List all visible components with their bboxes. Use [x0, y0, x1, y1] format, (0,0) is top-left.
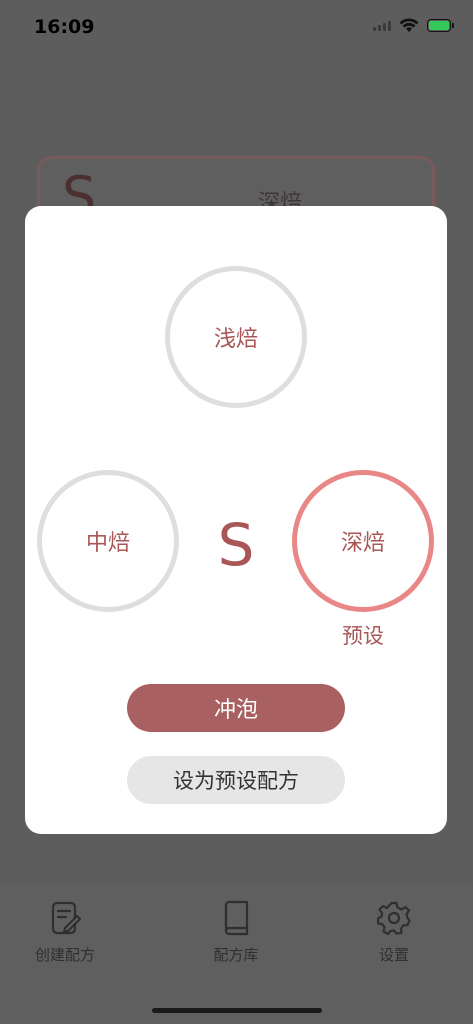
- status-time: 16:09: [34, 16, 95, 38]
- roast-selection-modal: 浅焙 中焙 深焙 S 预设 冲泡 设为预设配方: [25, 206, 447, 834]
- tab-recipe-library-label: 配方库: [213, 946, 259, 964]
- cellular-signal-icon: [373, 20, 391, 31]
- wifi-icon: [399, 18, 419, 32]
- tab-bar: 创建配方 配方库 设置: [0, 882, 473, 1024]
- roast-option-light[interactable]: 浅焙: [165, 266, 307, 408]
- tab-settings[interactable]: 设置: [334, 900, 454, 965]
- app-screen: 16:09 S 深焙 浅焙 中焙 深焙 S 预设 冲泡 设为预设配方 创建配方 …: [0, 0, 473, 1024]
- roast-option-light-label: 浅焙: [213, 327, 258, 352]
- center-letter: S: [217, 511, 255, 579]
- set-preset-button[interactable]: 设为预设配方: [127, 756, 345, 804]
- edit-document-icon: [51, 901, 81, 935]
- status-bar: 16:09: [0, 0, 473, 56]
- gear-icon: [377, 901, 411, 936]
- preset-label: 预设: [342, 624, 384, 648]
- status-icons: [373, 18, 454, 33]
- book-icon: [224, 900, 249, 936]
- tab-create-recipe[interactable]: 创建配方: [5, 900, 125, 965]
- tab-create-recipe-label: 创建配方: [34, 946, 95, 964]
- home-indicator[interactable]: [152, 1008, 322, 1013]
- battery-icon: [427, 19, 454, 32]
- brew-button[interactable]: 冲泡: [127, 684, 345, 732]
- roast-option-dark-label: 深焙: [340, 531, 385, 556]
- roast-option-dark[interactable]: 深焙: [292, 470, 434, 612]
- roast-option-medium-label: 中焙: [85, 531, 130, 556]
- tab-recipe-library[interactable]: 配方库: [176, 900, 296, 965]
- roast-option-medium[interactable]: 中焙: [37, 470, 179, 612]
- tab-settings-label: 设置: [378, 946, 409, 964]
